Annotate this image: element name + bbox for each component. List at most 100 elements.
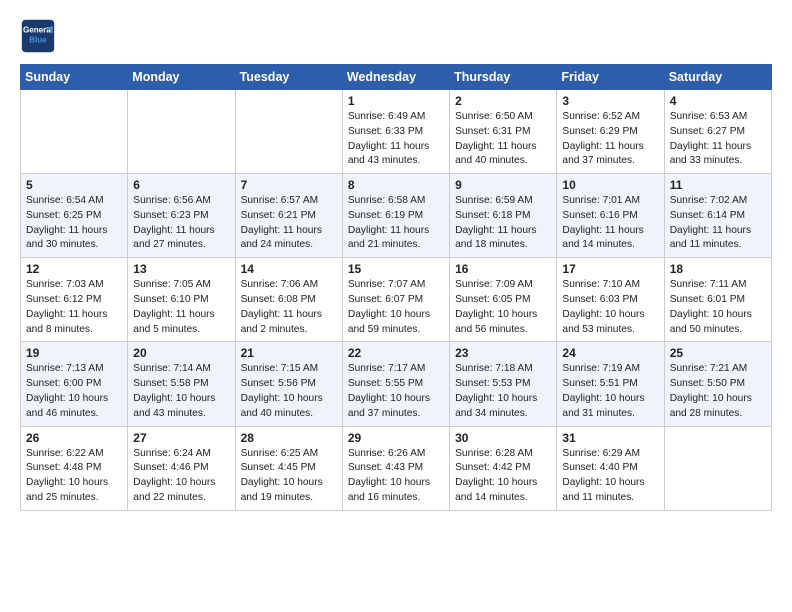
day-number: 14 bbox=[241, 262, 337, 276]
day-number: 20 bbox=[133, 346, 229, 360]
day-number: 18 bbox=[670, 262, 766, 276]
calendar-cell bbox=[664, 426, 771, 510]
day-content: Sunrise: 7:10 AM Sunset: 6:03 PM Dayligh… bbox=[562, 278, 658, 337]
day-content: Sunrise: 6:25 AM Sunset: 4:45 PM Dayligh… bbox=[241, 447, 337, 506]
day-number: 1 bbox=[348, 94, 444, 108]
calendar-cell: 12 Sunrise: 7:03 AM Sunset: 6:12 PM Dayli… bbox=[21, 258, 128, 342]
day-content: Sunrise: 7:21 AM Sunset: 5:50 PM Dayligh… bbox=[670, 362, 766, 421]
day-content: Sunrise: 6:28 AM Sunset: 4:42 PM Dayligh… bbox=[455, 447, 551, 506]
day-content: Sunrise: 7:11 AM Sunset: 6:01 PM Dayligh… bbox=[670, 278, 766, 337]
day-number: 30 bbox=[455, 431, 551, 445]
day-number: 3 bbox=[562, 94, 658, 108]
day-number: 2 bbox=[455, 94, 551, 108]
calendar-cell: 21 Sunrise: 7:15 AM Sunset: 5:56 PM Dayli… bbox=[235, 342, 342, 426]
day-header-wednesday: Wednesday bbox=[342, 65, 449, 90]
header-row: SundayMondayTuesdayWednesdayThursdayFrid… bbox=[21, 65, 772, 90]
calendar-cell: 25 Sunrise: 7:21 AM Sunset: 5:50 PM Dayli… bbox=[664, 342, 771, 426]
svg-text:General: General bbox=[23, 25, 53, 34]
day-number: 29 bbox=[348, 431, 444, 445]
calendar-cell bbox=[235, 90, 342, 174]
calendar-cell: 27 Sunrise: 6:24 AM Sunset: 4:46 PM Dayli… bbox=[128, 426, 235, 510]
day-content: Sunrise: 6:29 AM Sunset: 4:40 PM Dayligh… bbox=[562, 447, 658, 506]
day-content: Sunrise: 6:57 AM Sunset: 6:21 PM Dayligh… bbox=[241, 194, 337, 253]
calendar-cell: 6 Sunrise: 6:56 AM Sunset: 6:23 PM Daylig… bbox=[128, 174, 235, 258]
logo-icon: General Blue bbox=[20, 18, 56, 54]
calendar-cell: 18 Sunrise: 7:11 AM Sunset: 6:01 PM Dayli… bbox=[664, 258, 771, 342]
calendar-header: SundayMondayTuesdayWednesdayThursdayFrid… bbox=[21, 65, 772, 90]
logo: General Blue bbox=[20, 18, 60, 54]
week-row-1: 5Sunrise: 6:54 AM Sunset: 6:25 PM Daylig… bbox=[21, 174, 772, 258]
day-header-friday: Friday bbox=[557, 65, 664, 90]
day-content: Sunrise: 7:19 AM Sunset: 5:51 PM Dayligh… bbox=[562, 362, 658, 421]
day-content: Sunrise: 7:03 AM Sunset: 6:12 PM Dayligh… bbox=[26, 278, 122, 337]
day-content: Sunrise: 7:07 AM Sunset: 6:07 PM Dayligh… bbox=[348, 278, 444, 337]
calendar-cell: 26 Sunrise: 6:22 AM Sunset: 4:48 PM Dayli… bbox=[21, 426, 128, 510]
calendar-cell: 3 Sunrise: 6:52 AM Sunset: 6:29 PM Daylig… bbox=[557, 90, 664, 174]
day-number: 13 bbox=[133, 262, 229, 276]
calendar-cell: 13 Sunrise: 7:05 AM Sunset: 6:10 PM Dayli… bbox=[128, 258, 235, 342]
calendar-cell bbox=[21, 90, 128, 174]
calendar-cell: 20 Sunrise: 7:14 AM Sunset: 5:58 PM Dayli… bbox=[128, 342, 235, 426]
day-number: 8 bbox=[348, 178, 444, 192]
week-row-4: 26 Sunrise: 6:22 AM Sunset: 4:48 PM Dayli… bbox=[21, 426, 772, 510]
day-number: 26 bbox=[26, 431, 122, 445]
day-content: Sunrise: 6:22 AM Sunset: 4:48 PM Dayligh… bbox=[26, 447, 122, 506]
day-number: 15 bbox=[348, 262, 444, 276]
day-number: 27 bbox=[133, 431, 229, 445]
calendar-body: 1 Sunrise: 6:49 AM Sunset: 6:33 PM Daylig… bbox=[21, 90, 772, 511]
calendar-cell: 14Sunrise: 7:06 AM Sunset: 6:08 PM Dayli… bbox=[235, 258, 342, 342]
week-row-0: 1 Sunrise: 6:49 AM Sunset: 6:33 PM Daylig… bbox=[21, 90, 772, 174]
calendar-cell: 17 Sunrise: 7:10 AM Sunset: 6:03 PM Dayli… bbox=[557, 258, 664, 342]
day-content: Sunrise: 7:17 AM Sunset: 5:55 PM Dayligh… bbox=[348, 362, 444, 421]
calendar-cell: 19 Sunrise: 7:13 AM Sunset: 6:00 PM Dayli… bbox=[21, 342, 128, 426]
day-content: Sunrise: 6:56 AM Sunset: 6:23 PM Dayligh… bbox=[133, 194, 229, 253]
calendar-cell: 15 Sunrise: 7:07 AM Sunset: 6:07 PM Dayli… bbox=[342, 258, 449, 342]
day-content: Sunrise: 7:01 AM Sunset: 6:16 PM Dayligh… bbox=[562, 194, 658, 253]
day-content: Sunrise: 7:18 AM Sunset: 5:53 PM Dayligh… bbox=[455, 362, 551, 421]
day-number: 6 bbox=[133, 178, 229, 192]
svg-text:Blue: Blue bbox=[29, 35, 47, 44]
day-header-saturday: Saturday bbox=[664, 65, 771, 90]
day-content: Sunrise: 7:14 AM Sunset: 5:58 PM Dayligh… bbox=[133, 362, 229, 421]
calendar-cell: 16Sunrise: 7:09 AM Sunset: 6:05 PM Dayli… bbox=[450, 258, 557, 342]
week-row-2: 12 Sunrise: 7:03 AM Sunset: 6:12 PM Dayli… bbox=[21, 258, 772, 342]
day-header-sunday: Sunday bbox=[21, 65, 128, 90]
day-number: 9 bbox=[455, 178, 551, 192]
day-header-tuesday: Tuesday bbox=[235, 65, 342, 90]
day-number: 22 bbox=[348, 346, 444, 360]
day-content: Sunrise: 6:49 AM Sunset: 6:33 PM Dayligh… bbox=[348, 110, 444, 169]
day-number: 21 bbox=[241, 346, 337, 360]
day-number: 31 bbox=[562, 431, 658, 445]
day-number: 7 bbox=[241, 178, 337, 192]
day-content: Sunrise: 6:26 AM Sunset: 4:43 PM Dayligh… bbox=[348, 447, 444, 506]
day-content: Sunrise: 6:53 AM Sunset: 6:27 PM Dayligh… bbox=[670, 110, 766, 169]
calendar-table: SundayMondayTuesdayWednesdayThursdayFrid… bbox=[20, 64, 772, 511]
calendar-cell: 2 Sunrise: 6:50 AM Sunset: 6:31 PM Daylig… bbox=[450, 90, 557, 174]
day-number: 17 bbox=[562, 262, 658, 276]
day-content: Sunrise: 6:59 AM Sunset: 6:18 PM Dayligh… bbox=[455, 194, 551, 253]
day-number: 19 bbox=[26, 346, 122, 360]
day-content: Sunrise: 7:05 AM Sunset: 6:10 PM Dayligh… bbox=[133, 278, 229, 337]
calendar-cell bbox=[128, 90, 235, 174]
calendar-cell: 30 Sunrise: 6:28 AM Sunset: 4:42 PM Dayli… bbox=[450, 426, 557, 510]
day-number: 16 bbox=[455, 262, 551, 276]
day-number: 10 bbox=[562, 178, 658, 192]
day-content: Sunrise: 6:24 AM Sunset: 4:46 PM Dayligh… bbox=[133, 447, 229, 506]
day-content: Sunrise: 6:50 AM Sunset: 6:31 PM Dayligh… bbox=[455, 110, 551, 169]
calendar-page: General Blue SundayMondayTuesdayWednesda… bbox=[0, 0, 792, 529]
calendar-cell: 8Sunrise: 6:58 AM Sunset: 6:19 PM Daylig… bbox=[342, 174, 449, 258]
calendar-cell: 11 Sunrise: 7:02 AM Sunset: 6:14 PM Dayli… bbox=[664, 174, 771, 258]
day-content: Sunrise: 7:02 AM Sunset: 6:14 PM Dayligh… bbox=[670, 194, 766, 253]
day-number: 25 bbox=[670, 346, 766, 360]
day-content: Sunrise: 6:54 AM Sunset: 6:25 PM Dayligh… bbox=[26, 194, 122, 253]
day-content: Sunrise: 7:15 AM Sunset: 5:56 PM Dayligh… bbox=[241, 362, 337, 421]
day-content: Sunrise: 6:52 AM Sunset: 6:29 PM Dayligh… bbox=[562, 110, 658, 169]
calendar-cell: 31 Sunrise: 6:29 AM Sunset: 4:40 PM Dayli… bbox=[557, 426, 664, 510]
calendar-cell: 29 Sunrise: 6:26 AM Sunset: 4:43 PM Dayli… bbox=[342, 426, 449, 510]
day-number: 4 bbox=[670, 94, 766, 108]
calendar-cell: 7 Sunrise: 6:57 AM Sunset: 6:21 PM Daylig… bbox=[235, 174, 342, 258]
day-number: 11 bbox=[670, 178, 766, 192]
day-header-monday: Monday bbox=[128, 65, 235, 90]
day-number: 12 bbox=[26, 262, 122, 276]
day-content: Sunrise: 7:13 AM Sunset: 6:00 PM Dayligh… bbox=[26, 362, 122, 421]
